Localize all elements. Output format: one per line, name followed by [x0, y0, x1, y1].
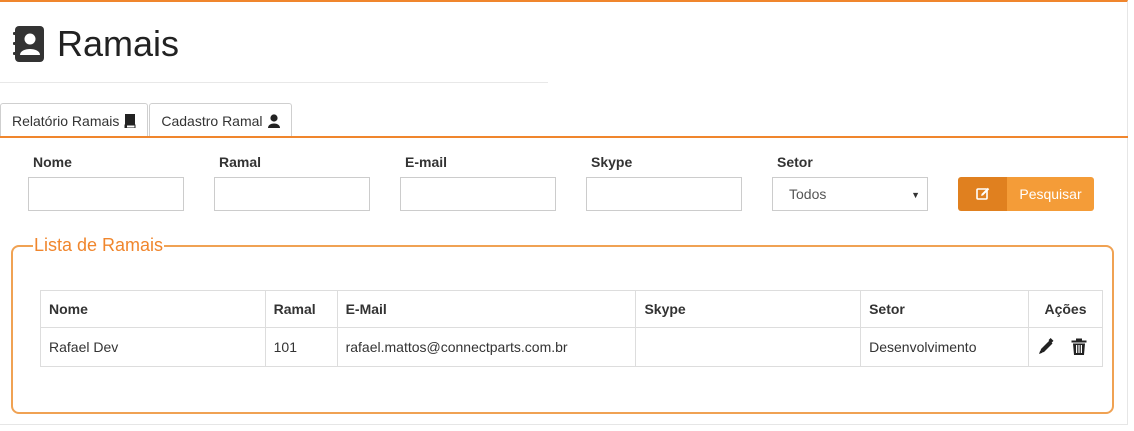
tab-label: Relatório Ramais [12, 112, 120, 129]
nome-input[interactable] [28, 177, 184, 211]
setor-filter: Setor Todos ▼ [772, 154, 928, 211]
page-title: Ramais [57, 23, 180, 64]
ramal-input[interactable] [214, 177, 370, 211]
extensions-table: Nome Ramal E-Mail Skype Setor Ações Rafa… [40, 290, 1103, 367]
extensions-list-legend: Lista de Ramais [33, 234, 165, 256]
tab-relatorio-ramais[interactable]: Relatório Ramais [0, 103, 149, 137]
cell-ramal: 101 [264, 327, 338, 367]
table-row: Rafael Dev 101 rafael.mattos@connectpart… [40, 327, 1103, 367]
nome-filter: Nome [28, 154, 184, 211]
email-label: E-mail [405, 154, 448, 170]
skype-filter: Skype [586, 154, 742, 211]
column-header-acoes: Ações [1028, 290, 1103, 328]
skype-input[interactable] [586, 177, 742, 211]
cell-actions [1028, 327, 1103, 367]
address-book-icon [13, 26, 44, 62]
user-icon [267, 113, 280, 128]
book-icon [124, 113, 136, 128]
page-header: Ramais [13, 24, 179, 64]
setor-select[interactable]: Todos ▼ [772, 177, 928, 211]
search-button-label: Pesquisar [1007, 177, 1094, 211]
ramal-filter: Ramal [214, 154, 370, 211]
column-header-nome[interactable]: Nome [40, 290, 266, 328]
edit-icon [975, 187, 989, 200]
tab-label: Cadastro Ramal [161, 112, 263, 129]
filter-form: Nome Ramal E-mail Skype Setor Todos ▼ [28, 154, 1098, 214]
search-button[interactable]: Pesquisar [958, 177, 1094, 211]
cell-email: rafael.mattos@connectparts.com.br [336, 327, 637, 367]
tab-underline [0, 136, 1128, 138]
tab-cadastro-ramal[interactable]: Cadastro Ramal [149, 103, 292, 137]
cell-nome: Rafael Dev [40, 327, 266, 367]
skype-label: Skype [591, 154, 633, 170]
nome-label: Nome [33, 154, 72, 170]
caret-down-icon: ▼ [911, 190, 920, 200]
cell-skype [635, 327, 862, 367]
pencil-icon[interactable] [1037, 338, 1055, 356]
email-input[interactable] [400, 177, 556, 211]
column-header-skype[interactable]: Skype [635, 290, 862, 328]
column-header-ramal[interactable]: Ramal [264, 290, 338, 328]
page-container: Ramais Relatório Ramais Cadastro Ramal N… [0, 0, 1128, 425]
table-header-row: Nome Ramal E-Mail Skype Setor Ações [40, 290, 1103, 328]
cell-setor: Desenvolvimento [860, 327, 1029, 367]
column-header-setor[interactable]: Setor [860, 290, 1029, 328]
setor-selected-value: Todos [789, 186, 827, 202]
tab-bar: Relatório Ramais Cadastro Ramal [0, 103, 293, 137]
email-filter: E-mail [400, 154, 556, 211]
ramal-label: Ramal [219, 154, 262, 170]
setor-label: Setor [777, 154, 813, 170]
title-divider [0, 82, 548, 83]
column-header-email[interactable]: E-Mail [336, 290, 637, 328]
search-button-icon-part [958, 177, 1007, 211]
trash-icon[interactable] [1070, 338, 1088, 356]
